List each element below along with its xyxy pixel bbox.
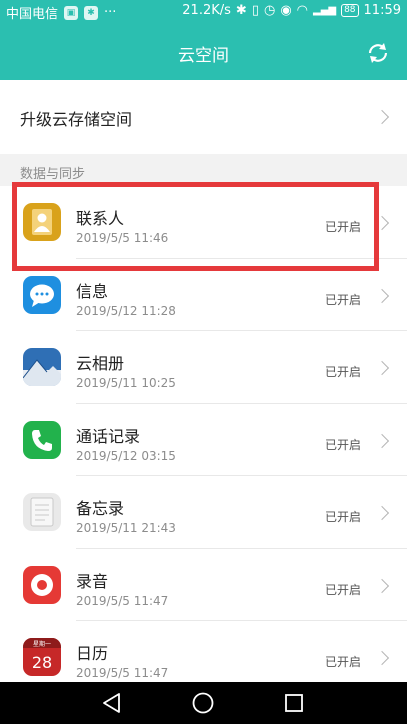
sync-item-contacts[interactable]: 联系人 2019/5/5 11:46 已开启	[0, 186, 407, 259]
sync-item-time: 2019/5/12 11:28	[76, 303, 176, 318]
sync-item-status: 已开启	[324, 365, 361, 379]
sync-item-notepad[interactable]: 备忘录 2019/5/11 21:43 已开启	[0, 476, 407, 549]
calendar-weekday: 星期一	[33, 640, 51, 648]
sync-item-time: 2019/5/11 10:25	[76, 376, 176, 390]
carrier-label: 中国电信	[6, 7, 59, 22]
sync-item-list: 联系人 2019/5/5 11:46 已开启 信息 2019/5/12 11:2…	[0, 186, 407, 682]
bluetooth-icon: ✱	[235, 3, 247, 18]
chevron-right-icon	[374, 288, 390, 303]
fitness-app-icon: ✱	[84, 5, 99, 20]
sync-item-status: 已开启	[324, 292, 361, 307]
sync-item-calendar[interactable]: 星期一 28 日历 2019/5/5 11:47 已开启	[0, 621, 407, 682]
sync-item-name: 录音	[76, 571, 109, 591]
wifi-icon: ◠	[296, 3, 308, 18]
upgrade-storage-item[interactable]: 升级云存储空间	[0, 80, 407, 154]
top-bar: 中国电信 ▣ ✱ ··· 21.2K/s ✱ ▯ ◷ ◉ ◠ ▂▄▆ 88 11…	[0, 0, 407, 80]
sync-item-name: 信息	[76, 281, 109, 301]
recorder-icon	[23, 565, 61, 604]
clock: 11:59	[363, 3, 401, 18]
sync-item-name: 日历	[76, 644, 109, 663]
sync-item-status: 已开启	[324, 655, 361, 669]
sync-item-call-log[interactable]: 通话记录 2019/5/12 03:15 已开启	[0, 404, 407, 476]
contacts-icon	[23, 203, 61, 241]
signal-icon: ▂▄▆	[313, 5, 337, 16]
sync-item-name: 联系人	[76, 209, 125, 228]
sync-item-gallery[interactable]: 云相册 2019/5/11 10:25 已开启	[0, 331, 407, 404]
page-title: 云空间	[178, 46, 229, 66]
chevron-right-icon	[374, 215, 390, 231]
chevron-right-icon	[374, 433, 390, 448]
more-notifications-icon: ···	[104, 5, 117, 20]
sync-item-messages[interactable]: 信息 2019/5/12 11:28 已开启	[0, 259, 407, 331]
calendar-icon: 星期一 28	[23, 638, 61, 676]
sync-item-time: 2019/5/11 21:43	[76, 521, 176, 535]
sync-item-time: 2019/5/5 11:47	[76, 666, 169, 680]
sync-item-time: 2019/5/12 03:15	[76, 448, 176, 463]
sync-refresh-icon[interactable]	[365, 40, 391, 66]
home-icon[interactable]	[190, 690, 216, 716]
battery-icon: 88	[341, 4, 359, 17]
phone-icon	[23, 420, 61, 459]
calendar-day: 28	[32, 653, 52, 672]
vibrate-icon: ▯	[251, 3, 259, 18]
eye-comfort-icon: ◉	[280, 3, 292, 18]
sync-item-name: 备忘录	[76, 499, 125, 518]
sync-item-recorder[interactable]: 录音 2019/5/5 11:47 已开启	[0, 549, 407, 621]
chevron-right-icon	[374, 578, 390, 593]
sync-item-status: 已开启	[324, 510, 361, 524]
navigation-bar	[0, 682, 407, 724]
back-icon[interactable]	[99, 690, 125, 716]
sync-item-status: 已开启	[324, 437, 361, 452]
chevron-right-icon	[374, 360, 390, 376]
sync-item-status: 已开启	[324, 220, 361, 234]
chevron-right-icon	[374, 109, 390, 125]
sync-item-status: 已开启	[324, 582, 361, 597]
chevron-right-icon	[374, 505, 390, 521]
section-header: 数据与同步	[20, 167, 86, 182]
alarm-icon: ◷	[263, 3, 276, 18]
sync-item-name: 云相册	[76, 354, 125, 373]
chevron-right-icon	[374, 650, 390, 666]
sync-item-name: 通话记录	[76, 426, 141, 446]
sync-item-time: 2019/5/5 11:46	[76, 231, 169, 245]
recent-apps-icon[interactable]	[281, 690, 307, 716]
status-bar: 中国电信 ▣ ✱ ··· 21.2K/s ✱ ▯ ◷ ◉ ◠ ▂▄▆ 88 11…	[0, 0, 407, 24]
gallery-icon	[23, 348, 61, 386]
sync-item-time: 2019/5/5 11:47	[76, 593, 169, 608]
notepad-icon	[23, 493, 61, 531]
title-bar: 云空间	[0, 24, 407, 80]
network-speed: 21.2K/s	[182, 3, 231, 18]
notification-icon: ▣	[64, 5, 79, 20]
message-icon	[23, 275, 61, 314]
upgrade-storage-label: 升级云存储空间	[20, 110, 133, 129]
